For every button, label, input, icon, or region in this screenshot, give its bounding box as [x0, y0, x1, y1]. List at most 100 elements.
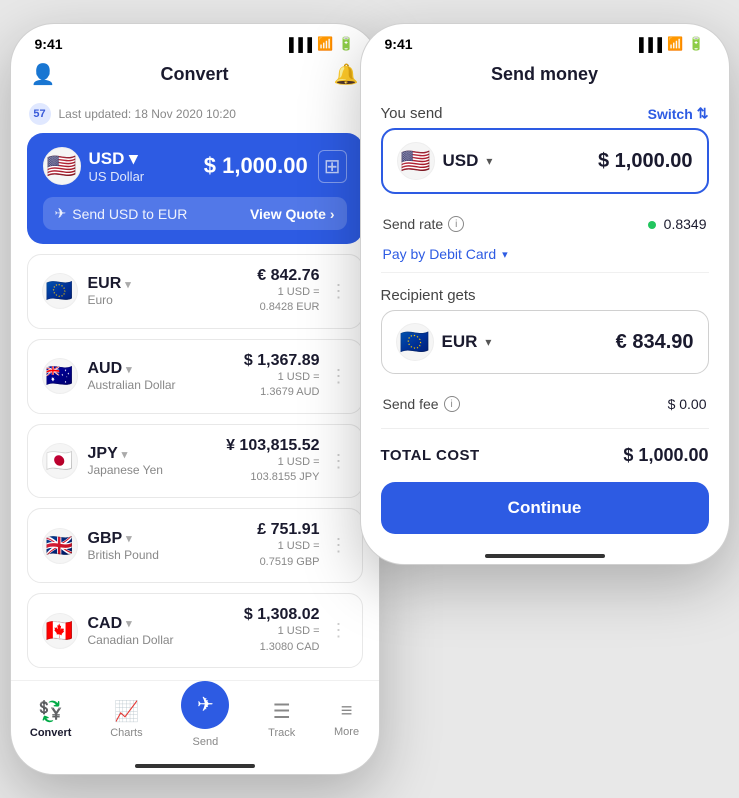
base-currency-top: 🇺🇸 USD ▾ US Dollar $ 1,000.00 ⊞ — [43, 147, 347, 185]
track-label: Track — [268, 727, 295, 739]
send-center-btn[interactable]: ✈ — [181, 681, 229, 729]
pay-method-selector[interactable]: Pay by Debit Card ▾ — [381, 240, 709, 268]
currency-amount-gbp: £ 751.91 — [159, 521, 320, 539]
pay-method-label: Pay by Debit Card — [383, 246, 497, 262]
nav-send[interactable]: ✈ Send — [181, 691, 229, 748]
currency-code-eur: EUR ▾ — [88, 275, 131, 293]
switch-label: Switch — [648, 106, 693, 122]
recipient-currency-chevron[interactable]: ▾ — [485, 335, 491, 349]
currency-amount-aud: $ 1,367.89 — [176, 352, 320, 370]
status-time-left: 9:41 — [35, 36, 63, 52]
dots-menu-icon-aud[interactable]: ⋮ — [330, 366, 348, 387]
currency-row[interactable]: 🇦🇺 AUD ▾ Australian Dollar $ 1,367.89 1 … — [27, 339, 363, 414]
send-currency-picker[interactable]: 🇺🇸 USD ▾ — [397, 142, 493, 180]
currency-list: 🇪🇺 EUR ▾ Euro € 842.76 1 USD =0.8428 EUR… — [27, 254, 363, 668]
charts-label: Charts — [110, 727, 142, 739]
currency-row-left: 🇦🇺 AUD ▾ Australian Dollar — [42, 358, 176, 394]
send-fee-info-icon[interactable]: i — [444, 396, 460, 412]
currency-amount-block-aud: $ 1,367.89 1 USD =1.3679 AUD — [176, 352, 320, 401]
send-plane-icon: ✈ — [197, 692, 214, 717]
send-fee-row: Send fee i $ 0.00 — [381, 388, 709, 420]
send-fee-label: Send fee i — [383, 396, 460, 412]
profile-icon[interactable]: 👤 — [31, 62, 56, 87]
home-indicator-left — [11, 754, 379, 774]
send-bar[interactable]: ✈ Send USD to EUR View Quote › — [43, 197, 347, 230]
status-time-right: 9:41 — [385, 36, 413, 52]
base-currency-selector[interactable]: 🇺🇸 USD ▾ US Dollar — [43, 147, 145, 185]
currency-rate-eur: 1 USD =0.8428 EUR — [131, 285, 320, 316]
divider-1 — [381, 272, 709, 273]
pay-method-chevron[interactable]: ▾ — [502, 248, 508, 261]
currency-row[interactable]: 🇬🇧 GBP ▾ British Pound £ 751.91 1 USD =0… — [27, 508, 363, 583]
base-currency-info: USD ▾ US Dollar — [89, 149, 145, 184]
nav-charts[interactable]: 📈 Charts — [110, 699, 142, 739]
currency-code-gbp: GBP ▾ — [88, 530, 159, 548]
update-badge: 57 — [29, 103, 51, 125]
total-cost-label: TOTAL COST — [381, 447, 480, 464]
base-currency-card[interactable]: 🇺🇸 USD ▾ US Dollar $ 1,000.00 ⊞ ✈ — [27, 133, 363, 244]
send-bar-label: ✈ Send USD to EUR — [55, 205, 188, 222]
currency-row-left: 🇬🇧 GBP ▾ British Pound — [42, 528, 159, 564]
currency-rate-cad: 1 USD =1.3080 CAD — [174, 624, 320, 655]
currency-amount-block-cad: $ 1,308.02 1 USD =1.3080 CAD — [174, 606, 320, 655]
last-updated-bar: 57 Last updated: 18 Nov 2020 10:20 — [27, 95, 363, 133]
currency-amount-cad: $ 1,308.02 — [174, 606, 320, 624]
currency-info-eur: EUR ▾ Euro — [88, 275, 131, 307]
rate-status-dot — [648, 221, 656, 229]
currency-name-eur: Euro — [88, 293, 131, 307]
usd-flag: 🇺🇸 — [43, 147, 81, 185]
send-money-content: You send Switch ⇅ 🇺🇸 USD ▾ $ 1,000.00 Se… — [361, 95, 729, 544]
send-input-card[interactable]: 🇺🇸 USD ▾ $ 1,000.00 — [381, 128, 709, 194]
currency-flag-cad: 🇨🇦 — [42, 613, 78, 649]
continue-button[interactable]: Continue — [381, 482, 709, 534]
base-currency-name: US Dollar — [89, 169, 145, 184]
send-rate-info-icon[interactable]: i — [448, 216, 464, 232]
nav-track[interactable]: ☰ Track — [268, 699, 295, 739]
home-indicator-right — [361, 544, 729, 564]
bell-icon[interactable]: 🔔 — [334, 62, 359, 87]
convert-icon: 💱 — [38, 699, 63, 724]
dots-menu-icon-gbp[interactable]: ⋮ — [330, 535, 348, 556]
nav-convert[interactable]: 💱 Convert — [30, 699, 72, 739]
dots-menu-icon-cad[interactable]: ⋮ — [330, 620, 348, 641]
more-label: More — [334, 726, 359, 738]
calculator-icon[interactable]: ⊞ — [318, 150, 347, 183]
send-fee-value: $ 0.00 — [668, 396, 707, 412]
switch-arrows-icon: ⇅ — [697, 105, 709, 122]
base-currency-amount: $ 1,000.00 — [204, 153, 308, 179]
wifi-icon-right: 📶 — [667, 36, 683, 52]
currency-row[interactable]: 🇯🇵 JPY ▾ Japanese Yen ¥ 103,815.52 1 USD… — [27, 424, 363, 499]
currency-row[interactable]: 🇪🇺 EUR ▾ Euro € 842.76 1 USD =0.8428 EUR… — [27, 254, 363, 329]
recipient-currency-picker[interactable]: 🇪🇺 EUR ▾ — [396, 323, 492, 361]
nav-more[interactable]: ≡ More — [334, 700, 359, 738]
status-bar-left: 9:41 ▐▐▐ 📶 🔋 — [11, 24, 379, 58]
recipient-input-card[interactable]: 🇪🇺 EUR ▾ € 834.90 — [381, 310, 709, 374]
home-bar-left — [135, 764, 255, 768]
send-currency-chevron[interactable]: ▾ — [486, 154, 492, 168]
bottom-nav: 💱 Convert 📈 Charts ✈ Send ☰ Track ≡ More — [11, 680, 379, 754]
recipient-currency-code: EUR — [442, 332, 478, 352]
currency-code-aud: AUD ▾ — [88, 360, 176, 378]
nav-bar-right: Send money — [361, 58, 729, 95]
dots-menu-icon-eur[interactable]: ⋮ — [330, 281, 348, 302]
send-rate-row: Send rate i 0.8349 — [381, 208, 709, 240]
main-content-left: 57 Last updated: 18 Nov 2020 10:20 🇺🇸 US… — [11, 95, 379, 668]
currency-rate-aud: 1 USD =1.3679 AUD — [176, 370, 320, 401]
last-updated-text: Last updated: 18 Nov 2020 10:20 — [59, 107, 236, 121]
currency-info-jpy: JPY ▾ Japanese Yen — [88, 445, 163, 477]
currency-flag-jpy: 🇯🇵 — [42, 443, 78, 479]
currency-name-gbp: British Pound — [88, 548, 159, 562]
recipient-currency-flag: 🇪🇺 — [396, 323, 434, 361]
page-title-right: Send money — [491, 64, 598, 85]
you-send-header: You send Switch ⇅ — [381, 95, 709, 128]
status-icons-right: ▐▐▐ 📶 🔋 — [634, 36, 704, 52]
you-send-label: You send — [381, 105, 443, 122]
currency-amount-eur: € 842.76 — [131, 267, 320, 285]
base-currency-code[interactable]: USD ▾ — [89, 149, 145, 169]
currency-row[interactable]: 🇨🇦 CAD ▾ Canadian Dollar $ 1,308.02 1 US… — [27, 593, 363, 668]
switch-btn[interactable]: Switch ⇅ — [648, 105, 709, 122]
battery-icon-right: 🔋 — [688, 36, 704, 52]
dots-menu-icon-jpy[interactable]: ⋮ — [330, 451, 348, 472]
view-quote-btn[interactable]: View Quote › — [250, 206, 335, 222]
currency-amount-block-jpy: ¥ 103,815.52 1 USD =103.8155 JPY — [163, 437, 320, 486]
